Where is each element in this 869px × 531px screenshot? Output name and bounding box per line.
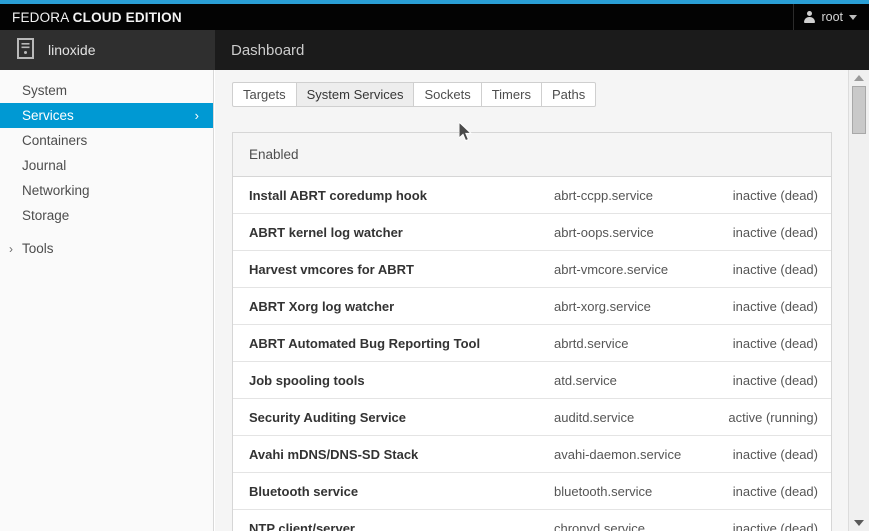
service-name: Security Auditing Service: [233, 410, 554, 425]
triangle-up-icon: [854, 75, 864, 81]
table-row[interactable]: NTP client/server chronyd.service inacti…: [233, 510, 831, 531]
sidebar-item-label: Services: [22, 108, 74, 123]
brand-logo: FEDORA CLOUD EDITION: [12, 10, 182, 25]
top-bar: FEDORA CLOUD EDITION root: [0, 4, 869, 30]
sidebar-item-label: Journal: [22, 158, 66, 173]
host-name-label: linoxide: [48, 42, 95, 58]
user-menu[interactable]: root: [793, 4, 869, 30]
service-state: inactive (dead): [714, 373, 831, 388]
service-state: inactive (dead): [714, 262, 831, 277]
service-unit: bluetooth.service: [554, 484, 714, 499]
service-name: Harvest vmcores for ABRT: [233, 262, 554, 277]
service-name: Job spooling tools: [233, 373, 554, 388]
service-name: Bluetooth service: [233, 484, 554, 499]
brand-prefix: FEDORA: [12, 10, 69, 25]
service-unit: abrt-vmcore.service: [554, 262, 714, 277]
tab-system-services[interactable]: System Services: [297, 82, 415, 107]
user-icon: [804, 11, 815, 23]
service-state: inactive (dead): [714, 225, 831, 240]
sidebar: System Services › Containers Journal Net…: [0, 70, 214, 531]
brand-suffix: CLOUD EDITION: [73, 10, 182, 25]
tab-timers[interactable]: Timers: [482, 82, 542, 107]
sidebar-item-label: Networking: [22, 183, 90, 198]
sidebar-item-label: System: [22, 83, 67, 98]
service-name: ABRT Automated Bug Reporting Tool: [233, 336, 554, 351]
tab-paths[interactable]: Paths: [542, 82, 596, 107]
tab-targets[interactable]: Targets: [232, 82, 297, 107]
service-name: Install ABRT coredump hook: [233, 188, 554, 203]
sidebar-item-networking[interactable]: Networking: [0, 178, 213, 203]
table-row[interactable]: ABRT Xorg log watcher abrt-xorg.service …: [233, 288, 831, 325]
tab-label: Paths: [552, 87, 585, 102]
sidebar-item-journal[interactable]: Journal: [0, 153, 213, 178]
chevron-right-icon: ›: [9, 243, 13, 255]
table-row[interactable]: Harvest vmcores for ABRT abrt-vmcore.ser…: [233, 251, 831, 288]
table-row[interactable]: Security Auditing Service auditd.service…: [233, 399, 831, 436]
tab-label: Targets: [243, 87, 286, 102]
sidebar-item-label: Tools: [22, 241, 54, 256]
sidebar-item-tools[interactable]: › Tools: [0, 236, 213, 261]
table-row[interactable]: Avahi mDNS/DNS-SD Stack avahi-daemon.ser…: [233, 436, 831, 473]
vertical-scrollbar[interactable]: [848, 70, 869, 531]
tab-strip: Targets System Services Sockets Timers P…: [232, 82, 596, 107]
service-state: inactive (dead): [714, 188, 831, 203]
sidebar-item-label: Storage: [22, 208, 69, 223]
tab-label: Sockets: [424, 87, 470, 102]
table-row[interactable]: ABRT kernel log watcher abrt-oops.servic…: [233, 214, 831, 251]
sidebar-item-containers[interactable]: Containers: [0, 128, 213, 153]
table-row[interactable]: ABRT Automated Bug Reporting Tool abrtd.…: [233, 325, 831, 362]
triangle-down-icon: [854, 520, 864, 526]
panel-section-header: Enabled: [233, 133, 831, 177]
service-unit: abrt-oops.service: [554, 225, 714, 240]
service-state: inactive (dead): [714, 447, 831, 462]
service-unit: atd.service: [554, 373, 714, 388]
service-unit: abrt-ccpp.service: [554, 188, 714, 203]
service-name: Avahi mDNS/DNS-SD Stack: [233, 447, 554, 462]
scroll-up-button[interactable]: [849, 70, 869, 86]
sidebar-item-system[interactable]: System: [0, 78, 213, 103]
service-name: ABRT Xorg log watcher: [233, 299, 554, 314]
scrollbar-thumb[interactable]: [852, 86, 866, 134]
table-row[interactable]: Bluetooth service bluetooth.service inac…: [233, 473, 831, 510]
tab-label: Timers: [492, 87, 531, 102]
host-header: linoxide Dashboard: [0, 30, 869, 70]
service-state: inactive (dead): [714, 521, 831, 531]
sidebar-item-storage[interactable]: Storage: [0, 203, 213, 228]
tab-sockets[interactable]: Sockets: [414, 82, 481, 107]
table-row[interactable]: Install ABRT coredump hook abrt-ccpp.ser…: [233, 177, 831, 214]
service-name: NTP client/server: [233, 521, 554, 531]
main-content: Targets System Services Sockets Timers P…: [215, 70, 869, 531]
panel-section-header-label: Enabled: [249, 147, 299, 162]
host-selector[interactable]: linoxide: [0, 30, 215, 70]
service-state: inactive (dead): [714, 484, 831, 499]
page-title: Dashboard: [231, 30, 304, 70]
chevron-down-icon: [849, 15, 857, 20]
server-icon: [17, 38, 34, 62]
services-panel: Enabled Install ABRT coredump hook abrt-…: [232, 132, 832, 531]
table-row[interactable]: Job spooling tools atd.service inactive …: [233, 362, 831, 399]
tab-label: System Services: [307, 87, 404, 102]
service-state: active (running): [714, 410, 831, 425]
user-menu-label: root: [821, 10, 843, 24]
service-state: inactive (dead): [714, 299, 831, 314]
sidebar-item-label: Containers: [22, 133, 87, 148]
chevron-right-icon: ›: [195, 109, 199, 122]
service-unit: chronyd.service: [554, 521, 714, 531]
service-state: inactive (dead): [714, 336, 831, 351]
service-unit: abrt-xorg.service: [554, 299, 714, 314]
service-unit: avahi-daemon.service: [554, 447, 714, 462]
service-name: ABRT kernel log watcher: [233, 225, 554, 240]
scroll-down-button[interactable]: [849, 515, 869, 531]
sidebar-item-services[interactable]: Services ›: [0, 103, 213, 128]
service-unit: auditd.service: [554, 410, 714, 425]
service-unit: abrtd.service: [554, 336, 714, 351]
